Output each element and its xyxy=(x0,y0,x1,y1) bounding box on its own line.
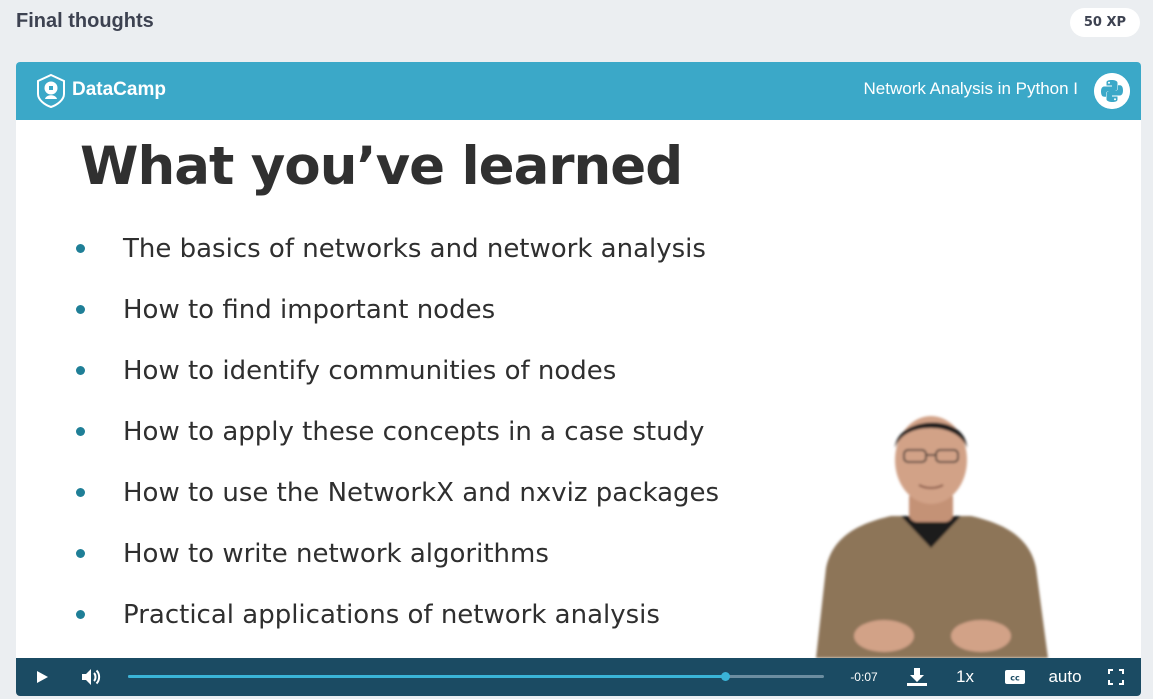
volume-icon xyxy=(82,669,101,685)
slide-heading: What you’ve learned xyxy=(80,136,683,197)
list-item: How to find important nodes xyxy=(76,279,719,340)
exercise-header: Final thoughts 50 XP xyxy=(0,0,1153,48)
bullet-text: How to use the NetworkX and nxviz packag… xyxy=(123,477,720,508)
bullet-text: How to identify communities of nodes xyxy=(123,355,617,386)
list-item: How to apply these concepts in a case st… xyxy=(76,401,719,462)
list-item: How to write network algorithms xyxy=(76,523,719,584)
playback-speed-button[interactable]: 1x xyxy=(950,658,980,696)
list-item: How to identify communities of nodes xyxy=(76,340,719,401)
play-button[interactable] xyxy=(28,658,56,696)
download-button[interactable] xyxy=(902,658,932,696)
bullet-dot xyxy=(76,488,85,497)
play-icon xyxy=(37,671,48,683)
list-item: The basics of networks and network analy… xyxy=(76,218,719,279)
presenter-video xyxy=(816,416,1048,658)
xp-badge: 50 XP xyxy=(1069,8,1140,37)
bullet-dot xyxy=(76,549,85,558)
bullet-dot xyxy=(76,366,85,375)
time-remaining: -0:07 xyxy=(850,670,878,684)
volume-button[interactable] xyxy=(76,658,106,696)
bullet-dot xyxy=(76,427,85,436)
slide-content: What you’ve learned The basics of networ… xyxy=(16,120,1141,658)
bullet-dot xyxy=(76,305,85,314)
datacamp-logo-icon xyxy=(37,73,65,108)
page-title: Final thoughts xyxy=(16,10,154,32)
datacamp-logo: DataCamp xyxy=(33,72,166,108)
progress-bar[interactable] xyxy=(128,672,824,681)
bullet-dot xyxy=(76,244,85,253)
list-item: How to use the NetworkX and nxviz packag… xyxy=(76,462,719,523)
bullet-text: How to write network algorithms xyxy=(123,538,549,569)
python-icon xyxy=(1094,73,1130,109)
bullet-dot xyxy=(76,610,85,619)
progress-fill xyxy=(128,675,726,678)
bullet-text: The basics of networks and network analy… xyxy=(123,233,706,264)
player-controls: -0:07 1x cc auto xyxy=(16,658,1141,696)
progress-handle[interactable] xyxy=(721,672,731,681)
video-player[interactable]: DataCamp Network Analysis in Python I Wh… xyxy=(16,62,1141,696)
captions-button[interactable]: cc xyxy=(1001,658,1029,696)
fullscreen-icon xyxy=(1108,669,1124,685)
bullet-text: How to find important nodes xyxy=(123,294,496,325)
closed-captions-icon: cc xyxy=(1005,670,1025,684)
quality-button[interactable]: auto xyxy=(1042,658,1088,696)
brand-name: DataCamp xyxy=(72,79,166,100)
bullet-text: Practical applications of network analys… xyxy=(123,599,660,630)
course-title: Network Analysis in Python I xyxy=(863,79,1078,98)
list-item: Practical applications of network analys… xyxy=(76,584,719,645)
bullet-list: The basics of networks and network analy… xyxy=(76,218,719,645)
slide-header: DataCamp Network Analysis in Python I xyxy=(16,62,1141,120)
download-icon xyxy=(907,668,927,686)
fullscreen-button[interactable] xyxy=(1102,658,1130,696)
svg-text:cc: cc xyxy=(1010,674,1020,683)
bullet-text: How to apply these concepts in a case st… xyxy=(123,416,705,447)
